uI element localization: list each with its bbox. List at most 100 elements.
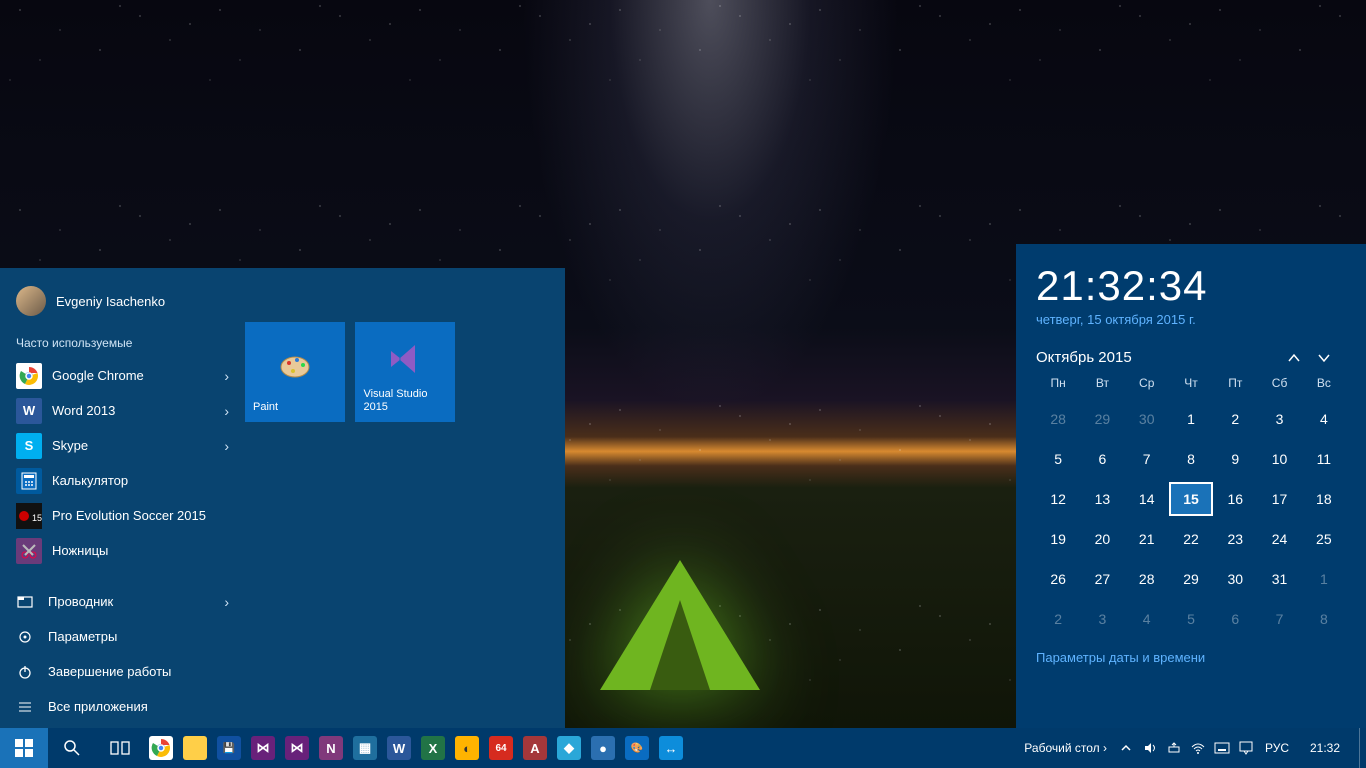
action-center-icon[interactable] — [1235, 728, 1257, 768]
taskbar-app-onenote[interactable]: N — [314, 728, 348, 768]
app-item[interactable]: WWord 2013› — [0, 393, 245, 428]
calendar-day[interactable]: 7 — [1257, 602, 1301, 636]
calendar-day[interactable]: 18 — [1302, 482, 1346, 516]
taskbar-app-chrome[interactable] — [144, 728, 178, 768]
file-explorer-item[interactable]: Проводник › — [0, 584, 245, 619]
calendar-day[interactable]: 31 — [1257, 562, 1301, 596]
next-month-button[interactable] — [1316, 350, 1346, 366]
calendar-day[interactable]: 4 — [1302, 402, 1346, 436]
app-item[interactable]: SSkype› — [0, 428, 245, 463]
calendar-day[interactable]: 20 — [1080, 522, 1124, 556]
prev-month-button[interactable] — [1286, 350, 1316, 366]
all-apps-item[interactable]: Все приложения — [0, 689, 245, 724]
start-button[interactable] — [0, 728, 48, 768]
app-item[interactable]: Google Chrome› — [0, 358, 245, 393]
calendar-day[interactable]: 16 — [1213, 482, 1257, 516]
calendar-day[interactable]: 4 — [1125, 602, 1169, 636]
calendar-day[interactable]: 6 — [1080, 442, 1124, 476]
keyboard-icon[interactable] — [1211, 728, 1233, 768]
wifi-icon[interactable] — [1187, 728, 1209, 768]
app-icon — [16, 468, 42, 494]
taskbar-app-calculator[interactable]: ▦ — [348, 728, 382, 768]
calendar-day[interactable]: 9 — [1213, 442, 1257, 476]
calendar-day[interactable]: 2 — [1036, 602, 1080, 636]
input-language-indicator[interactable]: РУС — [1259, 741, 1295, 755]
calendar-day[interactable]: 15 — [1169, 482, 1213, 516]
calendar-day[interactable]: 12 — [1036, 482, 1080, 516]
most-used-list: Google Chrome›WWord 2013›SSkype›Калькуля… — [0, 358, 245, 568]
gear-icon — [16, 629, 34, 645]
chevron-right-icon: › — [1103, 741, 1107, 755]
calendar-day[interactable]: 8 — [1302, 602, 1346, 636]
safely-remove-icon[interactable] — [1163, 728, 1185, 768]
calendar-day[interactable]: 2 — [1213, 402, 1257, 436]
date-time-settings-link[interactable]: Параметры даты и времени — [1036, 650, 1346, 665]
desktop-toolbar[interactable]: Рабочий стол › — [1018, 741, 1113, 755]
calendar-day[interactable]: 14 — [1125, 482, 1169, 516]
taskbar-app-cleaner[interactable]: ◐ — [450, 728, 484, 768]
calendar-day[interactable]: 19 — [1036, 522, 1080, 556]
taskbar-app-teamviewer[interactable]: ↔ — [654, 728, 688, 768]
calendar-day[interactable]: 8 — [1169, 442, 1213, 476]
calendar-day[interactable]: 17 — [1257, 482, 1301, 516]
calendar-day[interactable]: 25 — [1302, 522, 1346, 556]
tray-overflow-button[interactable] — [1115, 728, 1137, 768]
calendar-day[interactable]: 28 — [1036, 402, 1080, 436]
calendar-day[interactable]: 30 — [1213, 562, 1257, 596]
taskbar-app-access[interactable]: A — [518, 728, 552, 768]
full-date-link[interactable]: четверг, 15 октября 2015 г. — [1036, 312, 1346, 327]
month-year-label[interactable]: Октябрь 2015 — [1036, 349, 1286, 366]
calendar-day[interactable]: 5 — [1169, 602, 1213, 636]
search-button[interactable] — [48, 728, 96, 768]
calendar-day[interactable]: 3 — [1257, 402, 1301, 436]
calendar-day[interactable]: 5 — [1036, 442, 1080, 476]
chevron-right-icon: › — [224, 368, 229, 384]
calendar-day[interactable]: 21 — [1125, 522, 1169, 556]
calendar-day[interactable]: 10 — [1257, 442, 1301, 476]
app-item[interactable]: Ножницы — [0, 533, 245, 568]
app-icon — [16, 363, 42, 389]
calendar-header: Октябрь 2015 — [1036, 349, 1346, 366]
calendar-day[interactable]: 26 — [1036, 562, 1080, 596]
user-account-button[interactable]: Evgeniy Isachenko — [0, 286, 245, 330]
app-item[interactable]: 15Pro Evolution Soccer 2015 — [0, 498, 245, 533]
task-view-button[interactable] — [96, 728, 144, 768]
calendar-day[interactable]: 23 — [1213, 522, 1257, 556]
taskbar-app-app1[interactable]: ◆ — [552, 728, 586, 768]
show-desktop-button[interactable] — [1359, 728, 1366, 768]
taskbar-app-file-explorer[interactable] — [178, 728, 212, 768]
app-item[interactable]: Калькулятор — [0, 463, 245, 498]
calendar-day[interactable]: 13 — [1080, 482, 1124, 516]
tile-visual-studio[interactable]: Visual Studio 2015 — [355, 322, 455, 422]
taskbar-app-excel[interactable]: X — [416, 728, 450, 768]
calendar-day[interactable]: 28 — [1125, 562, 1169, 596]
calendar-day[interactable]: 11 — [1302, 442, 1346, 476]
taskbar-app-visual-studio[interactable]: ⋈ — [246, 728, 280, 768]
calendar-day[interactable]: 1 — [1169, 402, 1213, 436]
taskbar-app-app2[interactable]: ● — [586, 728, 620, 768]
taskbar-app-paint[interactable]: 🎨 — [620, 728, 654, 768]
calendar-day[interactable]: 29 — [1169, 562, 1213, 596]
calendar-day[interactable]: 27 — [1080, 562, 1124, 596]
calendar-day[interactable]: 3 — [1080, 602, 1124, 636]
calendar-day[interactable]: 22 — [1169, 522, 1213, 556]
calendar-day[interactable]: 24 — [1257, 522, 1301, 556]
taskbar-clock[interactable]: 21:32 — [1297, 741, 1353, 755]
taskbar-app-aida64[interactable]: 64 — [484, 728, 518, 768]
tile-paint[interactable]: Paint — [245, 322, 345, 422]
settings-item[interactable]: Параметры — [0, 619, 245, 654]
file-explorer-icon — [183, 736, 207, 760]
calendar-day[interactable]: 1 — [1302, 562, 1346, 596]
app-label: Word 2013 — [52, 403, 115, 418]
taskbar-app-floppy[interactable]: 💾 — [212, 728, 246, 768]
calendar-day[interactable]: 6 — [1213, 602, 1257, 636]
calendar-day[interactable]: 30 — [1125, 402, 1169, 436]
app-icon — [16, 538, 42, 564]
taskbar-app-visual-studio-blend[interactable]: ⋈ — [280, 728, 314, 768]
calendar-day[interactable]: 29 — [1080, 402, 1124, 436]
volume-icon[interactable] — [1139, 728, 1161, 768]
calendar-day[interactable]: 7 — [1125, 442, 1169, 476]
taskbar-app-word[interactable]: W — [382, 728, 416, 768]
power-item[interactable]: Завершение работы — [0, 654, 245, 689]
calendar-dow: Ср — [1125, 376, 1169, 396]
